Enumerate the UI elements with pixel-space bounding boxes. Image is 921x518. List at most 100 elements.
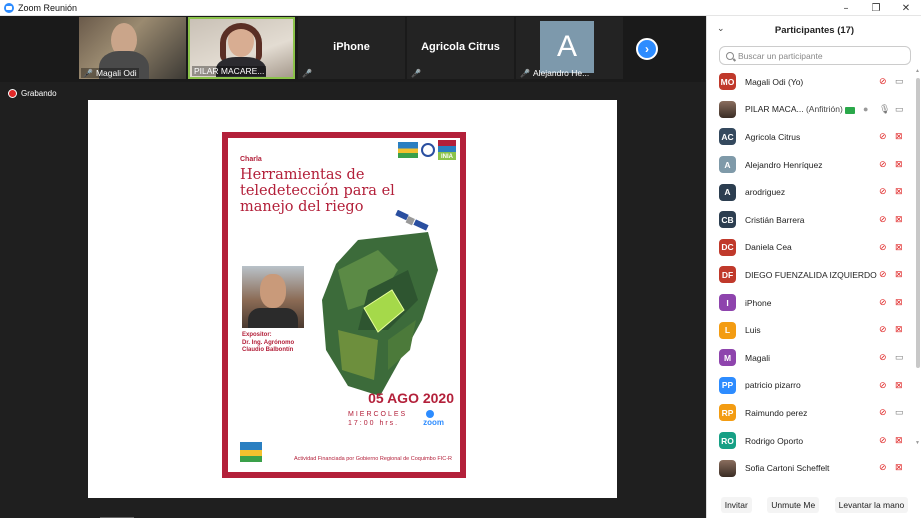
participant-row[interactable]: AC Agricola Citrus ⊘ ⊠	[707, 123, 915, 151]
mic-muted-icon[interactable]: ⊘	[879, 187, 887, 196]
participants-title: Participantes (17)	[774, 25, 855, 36]
camera-off-icon[interactable]: ⊠	[895, 187, 903, 196]
video-tile-magali[interactable]: 🎤 Magali Odi	[79, 17, 186, 79]
avatar: A	[540, 21, 594, 73]
participant-name: Rodrigo Oporto	[745, 435, 804, 446]
participant-name: Magali Odi (Yo)	[745, 76, 804, 87]
camera-off-icon[interactable]: ⊠	[895, 297, 903, 307]
participant-row[interactable]: M Magali ⊘ ▭	[707, 344, 915, 372]
recording-indicator: Grabando	[8, 89, 57, 98]
recording-icon: ●	[863, 103, 869, 114]
avatar: M	[719, 349, 736, 367]
mic-muted-icon[interactable]: ⊘	[879, 159, 887, 169]
camera-off-icon[interactable]: ⊠	[895, 325, 903, 334]
video-tile-alejandro[interactable]: A 🎤 Alejandro He...	[516, 17, 623, 79]
participant-row[interactable]: Aarodriguez ⊘ ⊠	[707, 178, 915, 206]
invite-button[interactable]: Invitar	[720, 497, 752, 513]
poster-logos: INIA	[398, 140, 456, 160]
participant-row[interactable]: Sofia Cartoni Scheffelt ⊘ ⊠	[707, 454, 915, 482]
restore-button[interactable]: ❐	[861, 0, 891, 16]
participant-name: iPhone	[745, 297, 772, 308]
participant-search[interactable]	[719, 46, 911, 65]
panel-footer: Invitar Unmute Me Levantar la mano	[707, 492, 921, 518]
zoom-logo-icon	[426, 410, 434, 418]
scrollbar-thumb[interactable]	[916, 78, 920, 368]
camera-icon[interactable]: ▭	[895, 408, 904, 417]
poster-kicker: Charla	[240, 156, 262, 163]
participant-row[interactable]: RO Rodrigo Oporto ⊘ ⊠	[707, 427, 915, 455]
participants-panel: ⌄ Participantes (17) MO Magali Odi (Yo) ⊘ ▭…	[706, 16, 921, 518]
participant-row[interactable]: MO Magali Odi (Yo) ⊘ ▭	[707, 68, 915, 96]
video-tile-agricola[interactable]: Agricola Citrus 🎤	[407, 17, 514, 79]
camera-off-icon[interactable]: ⊠	[895, 270, 903, 279]
avatar: RP	[719, 404, 736, 422]
mic-muted-icon[interactable]: ⊘	[879, 214, 887, 224]
mic-icon[interactable]: 🎙	[879, 104, 890, 114]
avatar	[719, 100, 736, 118]
tile-center-name: iPhone	[333, 41, 370, 53]
raise-hand-button[interactable]: Levantar la mano	[834, 497, 909, 513]
participant-row[interactable]: DF DIEGO FUENZALIDA IZQUIERDO ⊘ ⊠	[707, 261, 915, 289]
participant-row[interactable]: RP Raimundo perez ⊘ ▭	[707, 399, 915, 427]
avatar: CB	[719, 211, 736, 229]
speaker-info: Expositor: Dr. Ing. Agrónomo Claudio Bal…	[242, 332, 295, 353]
recording-label: Grabando	[21, 89, 57, 98]
mic-muted-icon[interactable]: ⊘	[879, 242, 887, 252]
mic-muted-icon[interactable]: ⊘	[879, 270, 887, 279]
mic-muted-icon[interactable]: ⊘	[879, 297, 887, 307]
event-date: 05 AGO 2020	[368, 390, 454, 406]
event-day-time: MIERCOLES 17:00 hrs.	[348, 411, 408, 427]
participant-row[interactable]: CB Cristián Barrera ⊘ ⊠	[707, 206, 915, 234]
search-icon	[726, 51, 734, 60]
window-controls: – ❐ ✕	[831, 0, 921, 16]
avatar: A	[719, 156, 736, 174]
mic-muted-icon[interactable]: ⊘	[879, 132, 887, 141]
mic-muted-icon[interactable]: ⊘	[879, 435, 887, 445]
camera-off-icon[interactable]: ⊠	[895, 132, 903, 141]
close-button[interactable]: ✕	[891, 0, 921, 16]
chevron-right-icon[interactable]: ›	[636, 38, 658, 60]
participant-row[interactable]: PP patricio pizarro ⊘ ⊠	[707, 372, 915, 400]
camera-off-icon[interactable]: ⊠	[895, 159, 903, 169]
camera-off-icon[interactable]: ⊠	[895, 463, 903, 472]
search-input[interactable]	[738, 50, 908, 61]
participant-row[interactable]: DC Daniela Cea ⊘ ⊠	[707, 234, 915, 262]
participant-row[interactable]: L Luis ⊘ ⊠	[707, 316, 915, 344]
mic-muted-icon[interactable]: ⊘	[879, 408, 887, 417]
participant-name: Sofia Cartoni Scheffelt	[745, 463, 830, 474]
participant-name: Cristián Barrera	[745, 214, 805, 225]
camera-off-icon[interactable]: ⊠	[895, 380, 903, 390]
tile-name: 🎤	[409, 69, 423, 78]
video-tile-pilar[interactable]: PILAR MACARE...	[188, 17, 295, 79]
mic-muted-icon: 🎤	[83, 68, 93, 78]
mic-muted-icon[interactable]: ⊘	[879, 325, 887, 334]
avatar: A	[719, 183, 736, 201]
satellite-map-image	[322, 210, 438, 396]
camera-off-icon[interactable]: ⊠	[895, 435, 903, 445]
participant-name: arodriguez	[745, 187, 786, 198]
video-strip: 🎤 Magali Odi PILAR MACARE... iPhone 🎤 Agr…	[0, 16, 706, 82]
minimize-button[interactable]: –	[831, 0, 861, 16]
logo-image	[398, 142, 418, 158]
mic-muted-icon[interactable]: ⊘	[879, 352, 887, 362]
camera-icon[interactable]: ▭	[895, 104, 904, 114]
mic-muted-icon[interactable]: ⊘	[879, 463, 887, 472]
vertical-scrollbar[interactable]: ▲ ▼	[915, 68, 921, 446]
video-tile-iphone[interactable]: iPhone 🎤	[298, 17, 405, 79]
host-badge-icon	[844, 106, 855, 114]
mic-muted-icon: 🎤	[520, 68, 530, 78]
mic-muted-icon: 🎤	[411, 69, 421, 78]
unmute-me-button[interactable]: Unmute Me	[767, 497, 820, 513]
participant-list: MO Magali Odi (Yo) ⊘ ▭ PILAR MACA... (Anfitr…	[707, 68, 915, 482]
camera-icon[interactable]: ▭	[895, 352, 904, 362]
participant-row[interactable]: PILAR MACA... (Anfitrión) ● 🎙 ▭	[707, 96, 915, 124]
camera-off-icon[interactable]: ⊠	[895, 242, 903, 252]
title-bar: Zoom Reunión – ❐ ✕	[0, 0, 921, 16]
camera-icon[interactable]: ▭	[895, 77, 904, 86]
participant-row[interactable]: A Alejandro Henríquez ⊘ ⊠	[707, 151, 915, 179]
camera-off-icon[interactable]: ⊠	[895, 214, 903, 224]
mic-muted-icon[interactable]: ⊘	[879, 380, 887, 390]
participant-row[interactable]: IiPhone ⊘ ⊠	[707, 289, 915, 317]
mic-muted-icon[interactable]: ⊘	[879, 77, 887, 86]
avatar: DC	[719, 238, 736, 256]
